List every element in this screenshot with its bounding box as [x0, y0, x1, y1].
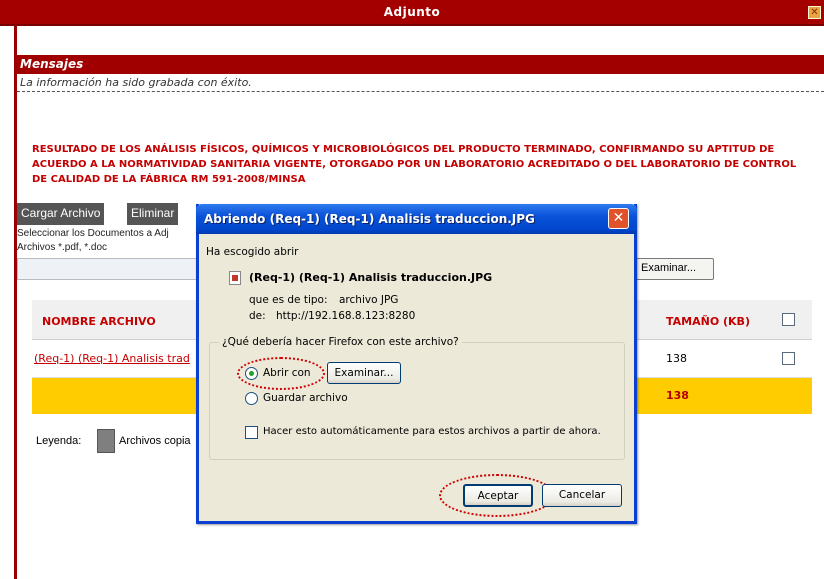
- messages-text: La información ha sido grabada con éxito…: [17, 76, 824, 92]
- browse-button[interactable]: Examinar...: [634, 258, 714, 280]
- section-heading: RESULTADO DE LOS ANÁLISIS FÍSICOS, QUÍMI…: [32, 144, 797, 185]
- image-file-icon: [229, 271, 241, 285]
- legend-label: Leyenda:: [36, 435, 82, 447]
- dialog-close-icon[interactable]: ✕: [608, 208, 629, 229]
- dialog-title: Abriendo (Req-1) (Req-1) Analisis traduc…: [204, 212, 535, 226]
- window-titlebar: Adjunto ✕: [0, 0, 824, 26]
- file-size: 138: [666, 352, 687, 365]
- file-source-label: de:: [249, 310, 266, 322]
- legend-swatch: [97, 429, 115, 453]
- download-dialog: Abriendo (Req-1) (Req-1) Analisis traduc…: [196, 204, 637, 524]
- highlight-open-with: [237, 357, 325, 390]
- dialog-titlebar: Abriendo (Req-1) (Req-1) Analisis traduc…: [196, 204, 637, 234]
- select-all-checkbox[interactable]: [782, 313, 795, 326]
- auto-label[interactable]: Hacer esto automáticamente para estos ar…: [263, 426, 601, 437]
- auto-checkbox[interactable]: [245, 426, 258, 439]
- left-border: [14, 26, 17, 579]
- file-source-value: http://192.168.8.123:8280: [276, 310, 416, 322]
- column-header-name: NOMBRE ARCHIVO: [42, 315, 156, 328]
- row-checkbox[interactable]: [782, 352, 795, 365]
- file-path-input[interactable]: [17, 258, 217, 280]
- file-type-value: archivo JPG: [339, 294, 399, 306]
- delete-button[interactable]: Eliminar: [127, 203, 179, 225]
- cancel-button[interactable]: Cancelar: [542, 484, 622, 507]
- column-header-size: TAMAÑO (KB): [666, 315, 750, 328]
- upload-instruction: Seleccionar los Documentos a Adj: [17, 228, 169, 239]
- save-file-radio[interactable]: [245, 392, 258, 405]
- window-title: Adjunto: [383, 5, 441, 19]
- total-size: 138: [666, 389, 689, 402]
- action-question: ¿Qué debería hacer Firefox con este arch…: [219, 336, 462, 348]
- save-file-label[interactable]: Guardar archivo: [263, 392, 348, 404]
- dialog-intro: Ha escogido abrir: [206, 246, 299, 258]
- file-type-label: que es de tipo:: [249, 294, 328, 306]
- messages-header: Mensajes: [17, 55, 824, 74]
- upload-file-button[interactable]: Cargar Archivo: [17, 203, 105, 225]
- legend-item: Archivos copia: [119, 435, 191, 447]
- dialog-filename: (Req-1) (Req-1) Analisis traduccion.JPG: [249, 271, 493, 284]
- allowed-file-types: Archivos *.pdf, *.doc: [17, 242, 108, 253]
- window-close-icon[interactable]: ✕: [808, 6, 821, 19]
- dialog-browse-button[interactable]: Examinar...: [327, 362, 401, 384]
- highlight-accept: [439, 474, 555, 517]
- file-link[interactable]: (Req-1) (Req-1) Analisis trad: [34, 352, 190, 365]
